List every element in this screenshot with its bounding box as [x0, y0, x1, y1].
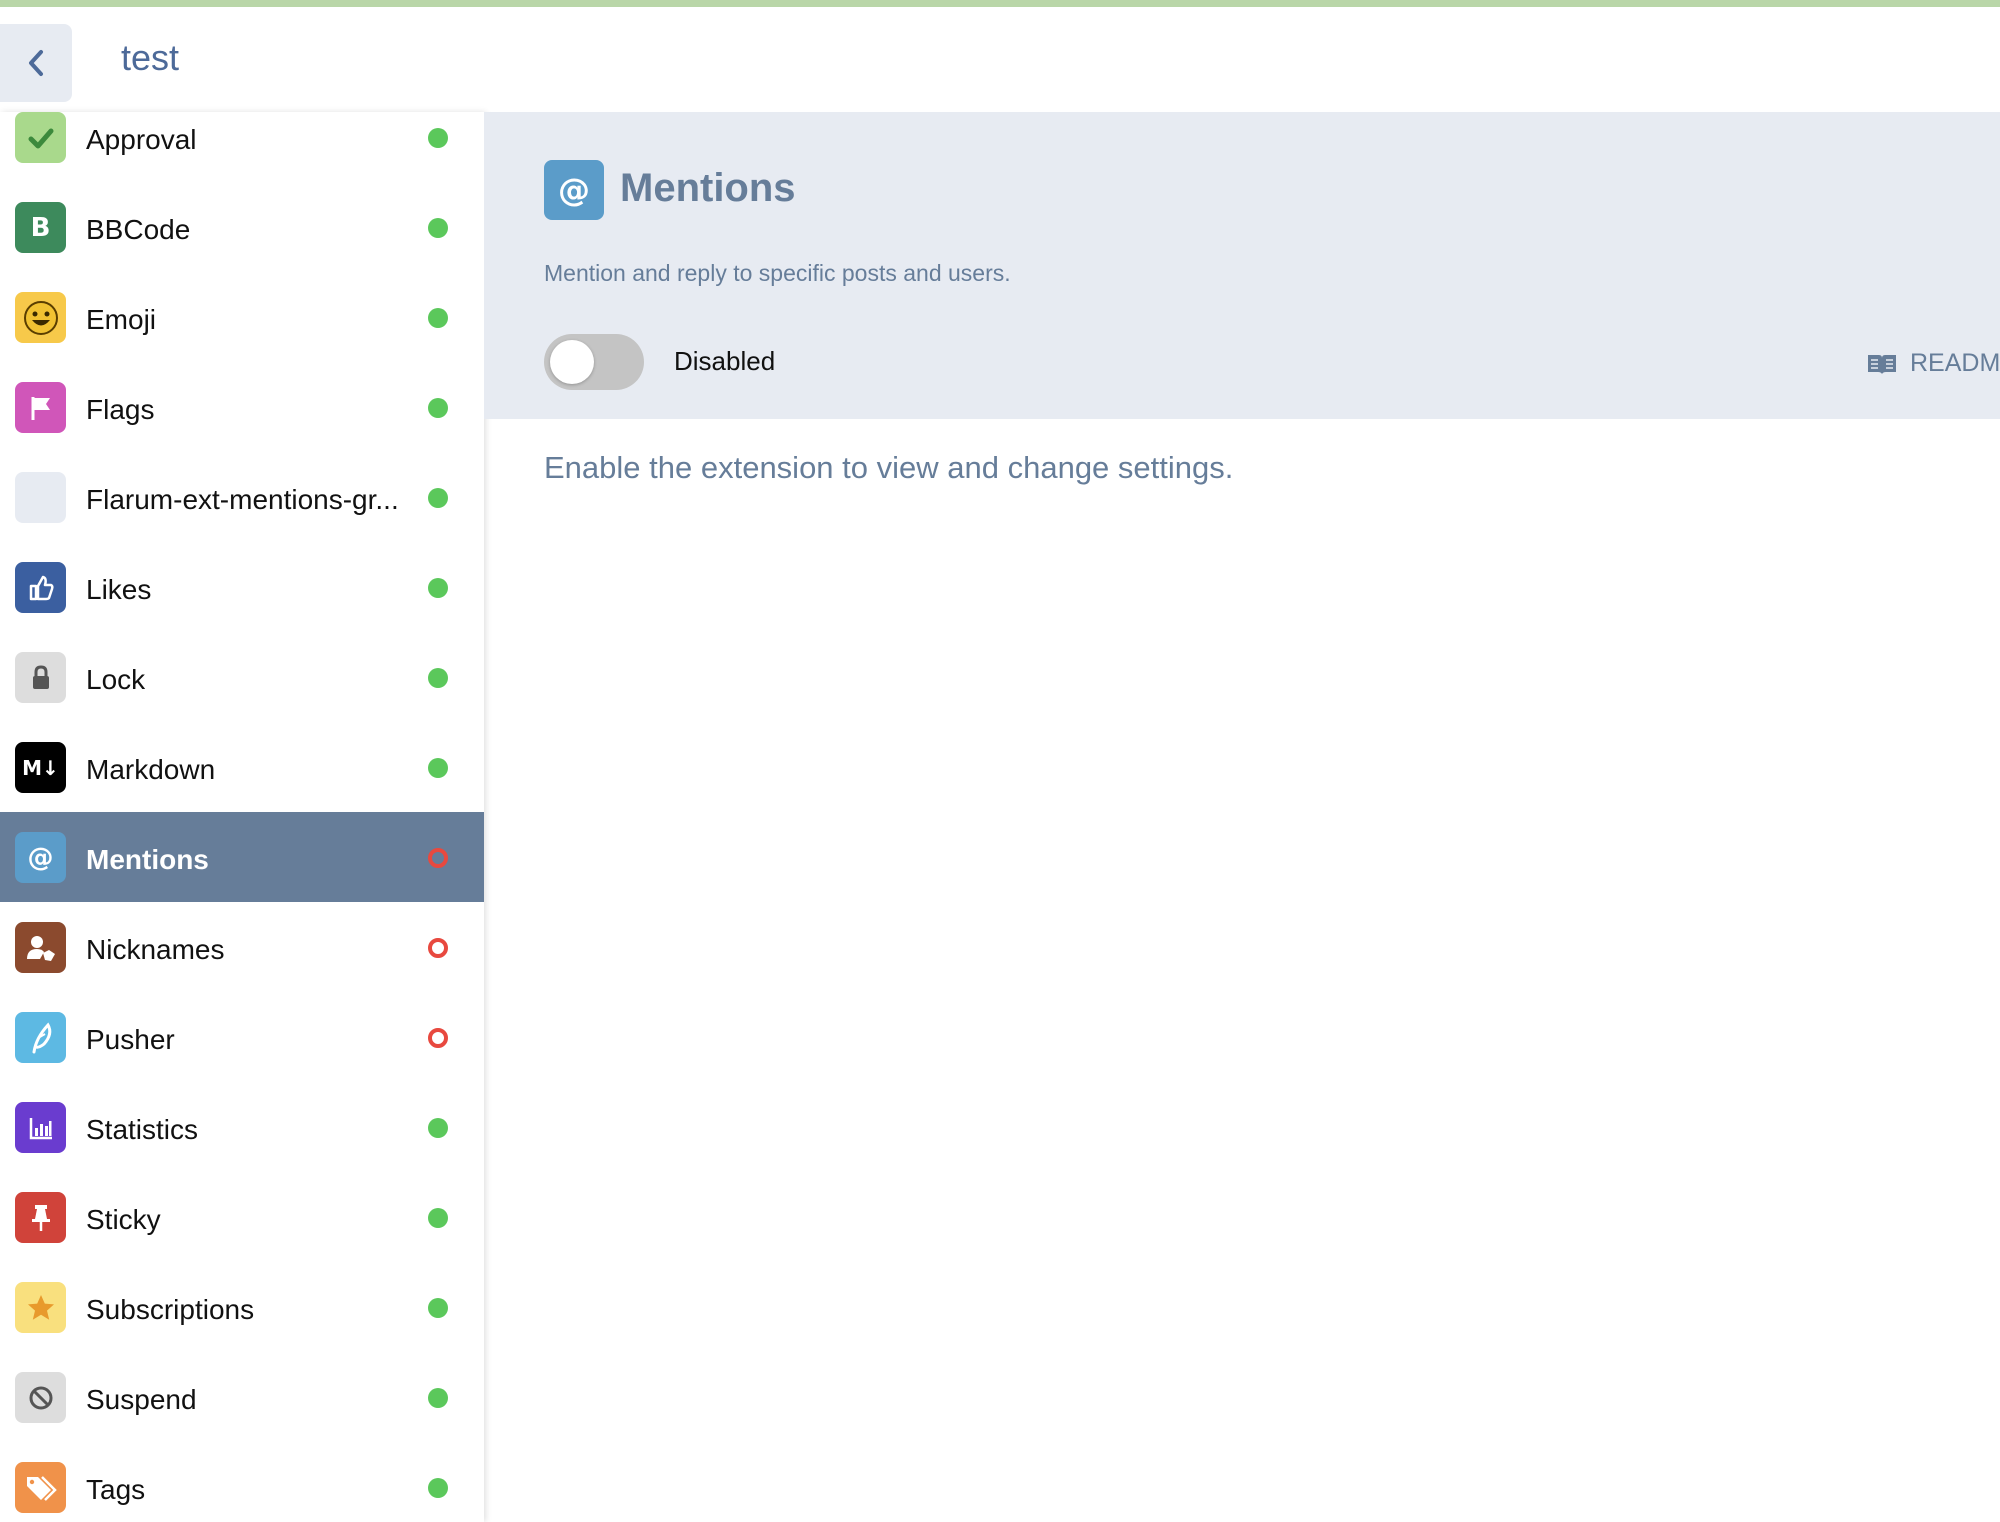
enable-toggle[interactable]: [544, 334, 644, 390]
status-enabled-dot: [428, 308, 448, 328]
sidebar-item-label: Mentions: [86, 844, 209, 875]
star-icon: [15, 1282, 66, 1333]
status-enabled-dot: [428, 1298, 448, 1318]
status-enabled-dot: [428, 218, 448, 238]
status-enabled-dot: [428, 488, 448, 508]
sidebar-item-sticky[interactable]: Sticky: [0, 1172, 484, 1262]
site-title[interactable]: test: [121, 37, 179, 79]
sidebar-item-label: Statistics: [86, 1114, 199, 1145]
sidebar-item-lock[interactable]: Lock: [0, 632, 484, 722]
at-icon: @: [15, 832, 66, 883]
bar-chart-icon: [15, 1102, 66, 1153]
sidebar-item-label: Likes: [86, 574, 152, 605]
blank-icon: [15, 472, 66, 523]
sidebar-item-statistics[interactable]: Statistics: [0, 1082, 484, 1172]
lock-icon: [15, 652, 66, 703]
markdown-icon: M↓: [15, 742, 66, 793]
flag-icon: [15, 382, 66, 433]
ban-icon: [15, 1372, 66, 1423]
thumbtack-icon: [15, 1192, 66, 1243]
sidebar-item-nicknames[interactable]: Nicknames: [0, 902, 484, 992]
sidebar-item-label: Subscriptions: [86, 1294, 255, 1325]
sidebar-item-label: Markdown: [86, 754, 216, 785]
smiley-icon: [15, 292, 66, 343]
readme-button[interactable]: READM: [1866, 349, 2000, 378]
status-enabled-dot: [428, 1388, 448, 1408]
status-enabled-dot: [428, 578, 448, 598]
extensions-sidebar: Approval B BBCode Emoji Flags Flarum-ext…: [0, 112, 484, 1522]
sidebar-item-markdown[interactable]: M↓ Markdown: [0, 722, 484, 812]
sidebar-item-emoji[interactable]: Emoji: [0, 272, 484, 362]
feather-icon: [15, 1012, 66, 1063]
status-enabled-dot: [428, 398, 448, 418]
chevron-left-icon: [29, 50, 43, 76]
status-enabled-dot: [428, 668, 448, 688]
sidebar-item-label: Pusher: [86, 1024, 175, 1055]
sidebar-item-label: BBCode: [86, 214, 191, 245]
extension-header: @ Mentions Mention and reply to specific…: [484, 112, 2000, 419]
sidebar-item-suspend[interactable]: Suspend: [0, 1352, 484, 1442]
app-header: test: [0, 7, 2000, 112]
status-enabled-dot: [428, 758, 448, 778]
top-accent-bar: [0, 0, 2000, 7]
user-tag-icon: [15, 922, 66, 973]
toggle-label: Disabled: [674, 346, 776, 376]
sidebar-item-label: Flarum-ext-mentions-gr...: [86, 484, 399, 515]
status-enabled-dot: [428, 1118, 448, 1138]
sidebar-item-label: Sticky: [86, 1204, 161, 1235]
status-disabled-dot: [428, 848, 448, 868]
sidebar-item-label: Tags: [86, 1474, 146, 1505]
toggle-knob: [550, 340, 594, 384]
sidebar-item-likes[interactable]: Likes: [0, 542, 484, 632]
sidebar-item-label: Lock: [86, 664, 146, 695]
thumbs-up-icon: [15, 562, 66, 613]
at-icon: @: [544, 160, 604, 220]
sidebar-item-mentions[interactable]: @ Mentions: [0, 812, 484, 902]
extension-description: Mention and reply to specific posts and …: [544, 260, 1011, 286]
status-disabled-dot: [428, 938, 448, 958]
status-enabled-dot: [428, 1208, 448, 1228]
sidebar-item-bbcode[interactable]: B BBCode: [0, 182, 484, 272]
sidebar-item-tags[interactable]: Tags: [0, 1442, 484, 1522]
page-title: Mentions: [620, 166, 796, 210]
settings-notice: Enable the extension to view and change …: [544, 450, 1234, 485]
sidebar-item-flarum-ext-mentions-gr[interactable]: Flarum-ext-mentions-gr...: [0, 452, 484, 542]
tags-icon: [15, 1462, 66, 1513]
bold-b-icon: B: [15, 202, 66, 253]
sidebar-item-label: Nicknames: [86, 934, 225, 965]
status-disabled-dot: [428, 1028, 448, 1048]
check-icon: [15, 112, 66, 163]
sidebar-item-label: Flags: [86, 394, 155, 425]
readme-label: READM: [1910, 349, 2000, 377]
sidebar-item-subscriptions[interactable]: Subscriptions: [0, 1262, 484, 1352]
sidebar-item-label: Suspend: [86, 1384, 197, 1415]
status-enabled-dot: [428, 128, 448, 148]
sidebar-item-label: Emoji: [86, 304, 157, 335]
sidebar-item-flags[interactable]: Flags: [0, 362, 484, 452]
book-open-icon: [1868, 354, 1896, 374]
status-enabled-dot: [428, 1478, 448, 1498]
back-button[interactable]: [0, 24, 72, 102]
sidebar-item-label: Approval: [86, 124, 197, 155]
sidebar-item-approval[interactable]: Approval: [0, 112, 484, 182]
sidebar-item-pusher[interactable]: Pusher: [0, 992, 484, 1082]
